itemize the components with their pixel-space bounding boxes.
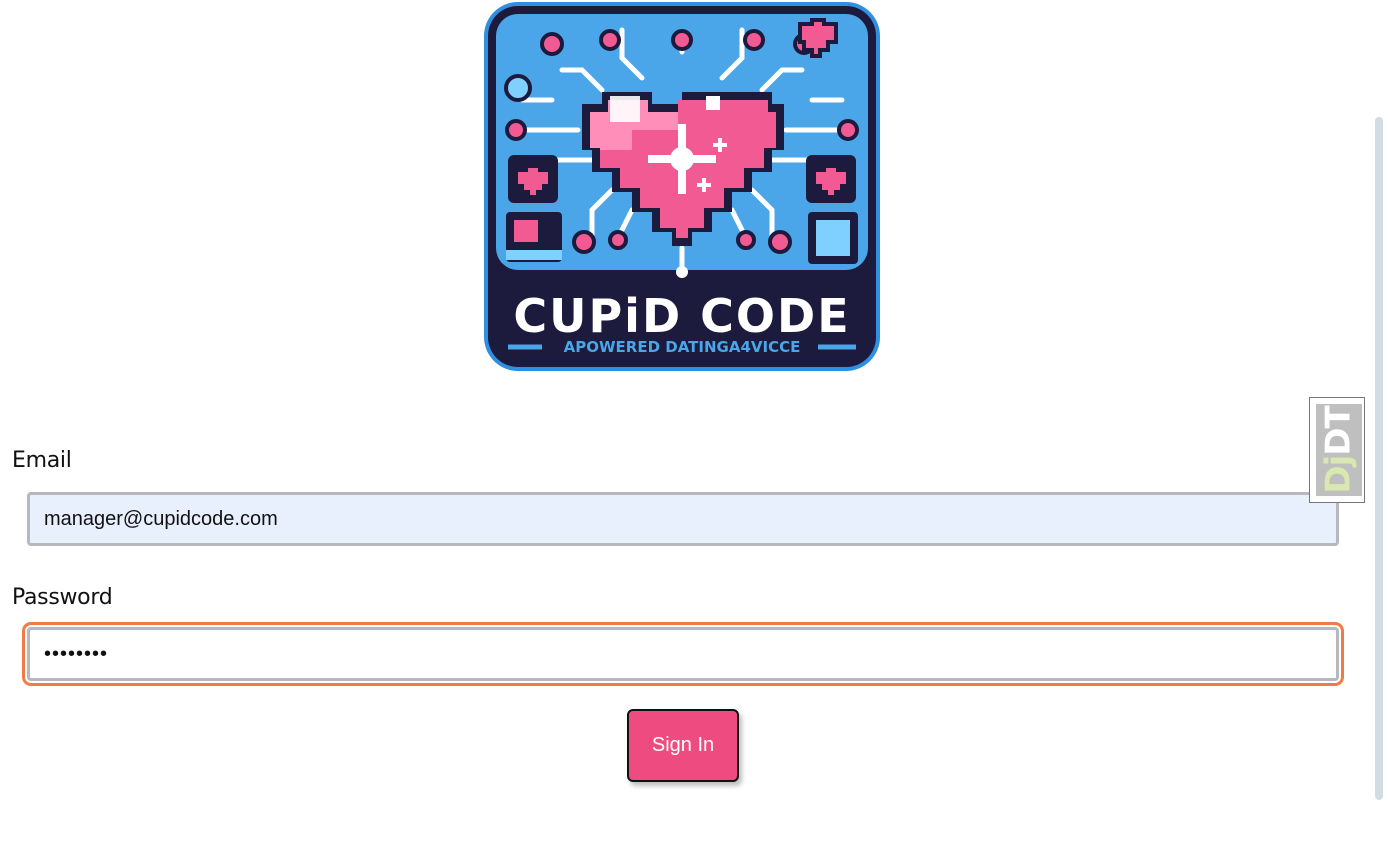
debug-toolbar-dj-text: Dj xyxy=(1319,455,1359,494)
debug-toolbar-handle[interactable]: DjDT xyxy=(1309,397,1365,503)
logo-tagline: APOWERED DATINGA4VICCE xyxy=(564,338,801,356)
email-label: Email xyxy=(12,448,72,473)
password-field[interactable] xyxy=(27,627,1339,681)
debug-toolbar-label: DjDT xyxy=(1316,404,1362,496)
password-label: Password xyxy=(12,585,113,610)
debug-toolbar-dt-text: DT xyxy=(1319,406,1359,456)
scrollbar-thumb[interactable] xyxy=(1375,117,1383,800)
cupid-code-logo: CUPiD CODE APOWERED DATINGA4VICCE xyxy=(484,2,880,371)
email-field[interactable] xyxy=(27,492,1339,546)
logo-title: CUPiD CODE xyxy=(513,289,850,343)
sign-in-button[interactable]: Sign In xyxy=(627,709,739,782)
